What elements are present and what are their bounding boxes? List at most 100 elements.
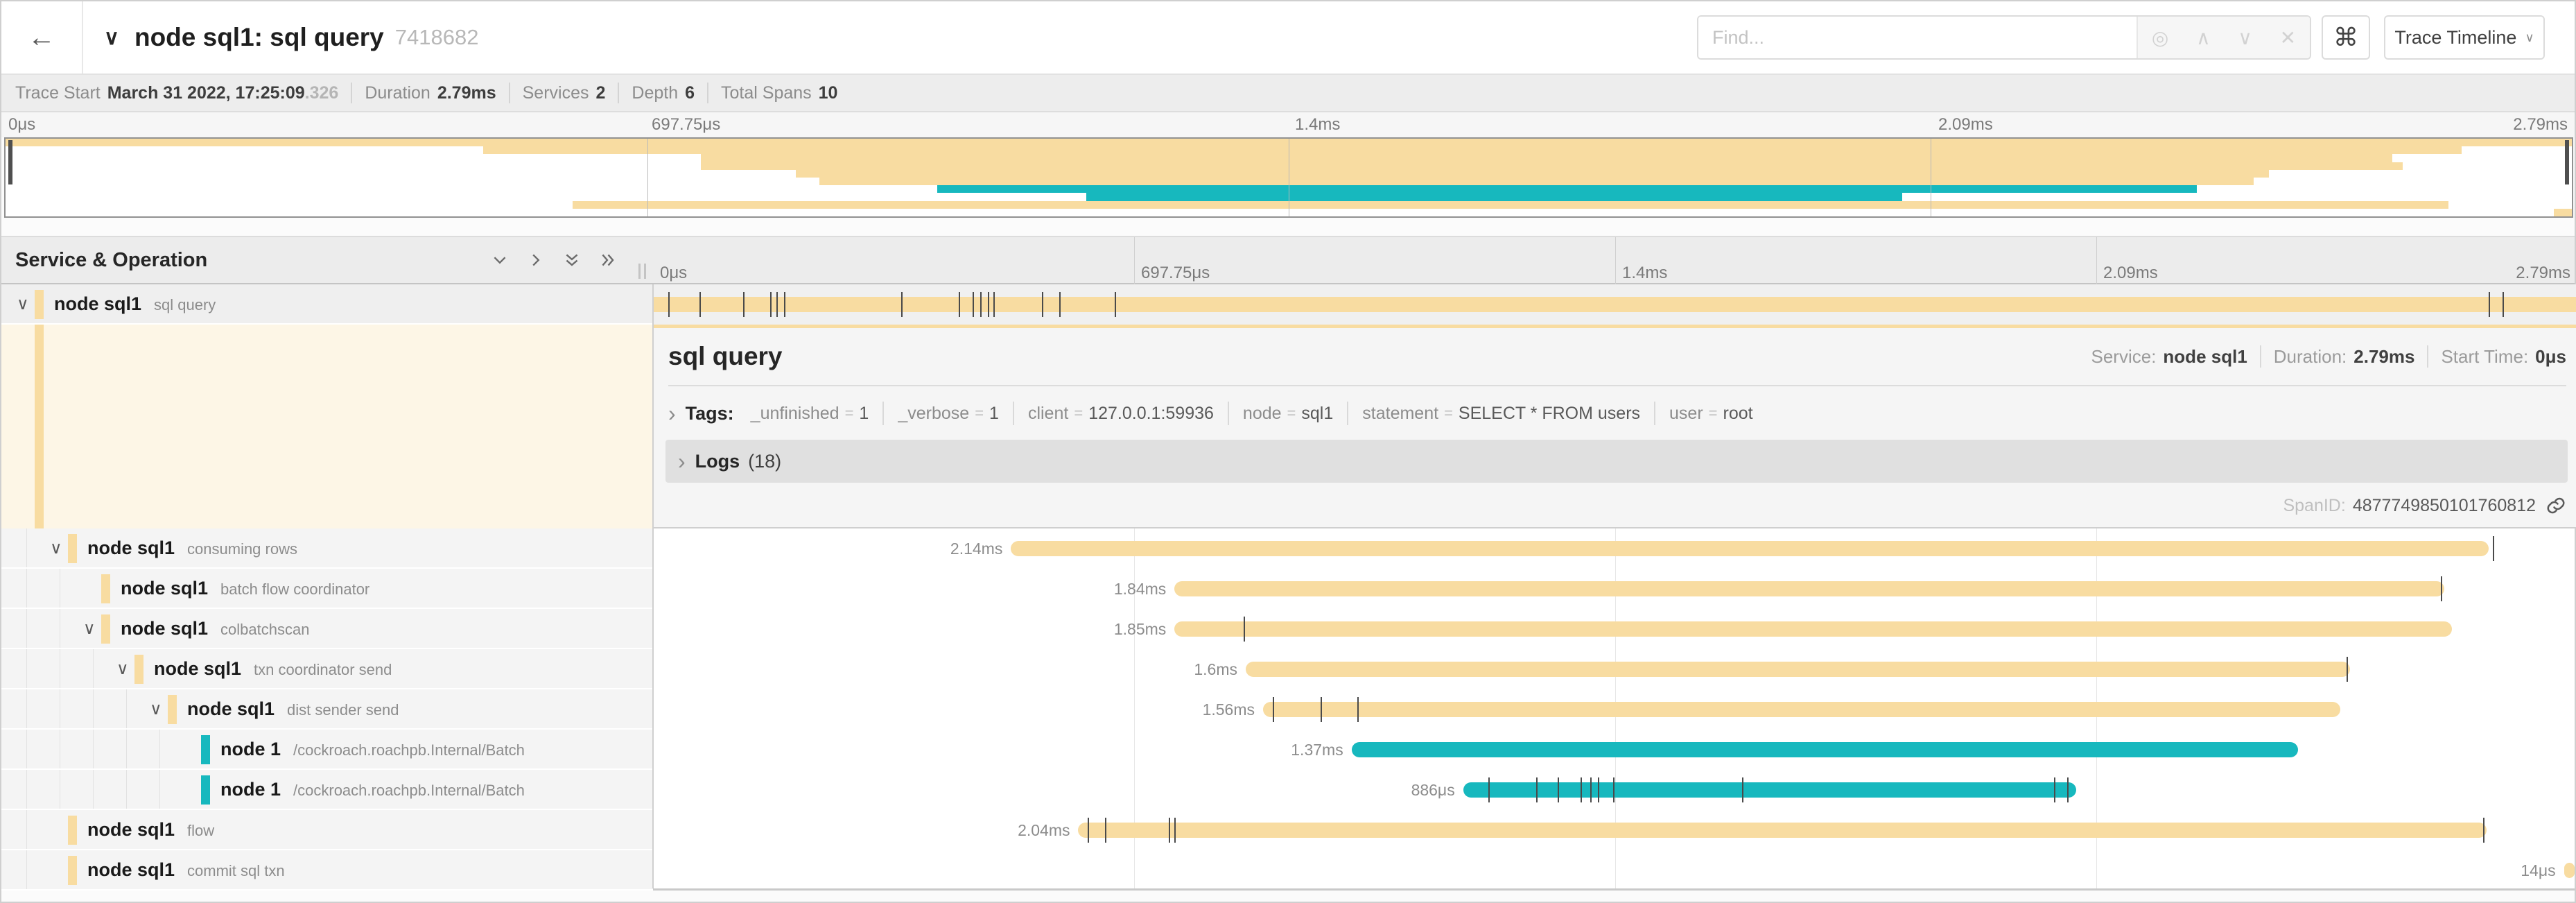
column-divider[interactable] bbox=[652, 284, 654, 888]
span-bar[interactable] bbox=[1463, 782, 2077, 798]
log-marker-tick bbox=[1042, 292, 1043, 317]
summary-label: Trace Start bbox=[15, 83, 101, 103]
span-bar[interactable] bbox=[1352, 742, 2298, 757]
tree-indent-guide bbox=[126, 689, 127, 728]
minimap-right-scrubber[interactable] bbox=[2565, 140, 2569, 184]
span-service-name: node sql1sql query bbox=[54, 293, 216, 315]
timeline-tick-header: 0μs697.75μs1.4ms2.09ms2.79ms bbox=[653, 237, 2576, 286]
span-duration-label: 1.84ms bbox=[1114, 580, 1166, 599]
tag-key: client bbox=[1028, 404, 1068, 424]
timeline-span-row[interactable]: 1.56ms bbox=[653, 689, 2576, 730]
span-color-bar bbox=[68, 816, 77, 845]
span-bar[interactable] bbox=[1011, 541, 2488, 556]
summary-value: March 31 2022, 17:25:09 bbox=[107, 83, 305, 103]
tree-row[interactable]: node sql1commit sql txn bbox=[1, 850, 653, 891]
span-duration-label: 886μs bbox=[1411, 781, 1455, 800]
summary-label: Services bbox=[523, 83, 589, 103]
span-bar[interactable] bbox=[1246, 662, 2350, 677]
span-bar[interactable] bbox=[1263, 702, 2340, 717]
timeline-tick-label: 697.75μs bbox=[645, 115, 720, 135]
timeline-span-row[interactable]: 1.85ms bbox=[653, 609, 2576, 649]
span-service-name: node sql1flow bbox=[87, 819, 214, 841]
chevron-right-icon: › bbox=[678, 450, 686, 472]
prev-match-icon[interactable]: ∧ bbox=[2196, 26, 2211, 49]
find-input[interactable] bbox=[1698, 17, 2136, 58]
meta-separator bbox=[2427, 345, 2428, 368]
span-color-bar bbox=[68, 856, 77, 885]
span-bar[interactable] bbox=[1174, 621, 2451, 637]
find-buttons: ◎ ∧ ∨ ✕ bbox=[2136, 17, 2310, 58]
scroll-to-match-icon[interactable]: ◎ bbox=[2152, 26, 2168, 49]
span-bar[interactable] bbox=[1078, 823, 2486, 838]
trace-summary-item: Depth6 bbox=[632, 83, 695, 103]
service-name: node sql1 bbox=[187, 698, 275, 719]
keyboard-shortcuts-button[interactable]: ⌘ bbox=[2322, 15, 2370, 60]
tags-accordion[interactable]: › Tags: _unfinished=1_verbose=1client=12… bbox=[668, 397, 2566, 430]
tree-indent-guide bbox=[26, 609, 27, 648]
minimap-span-bar bbox=[701, 154, 2392, 162]
summary-value: 10 bbox=[819, 83, 838, 103]
timeline-span-row[interactable]: 1.37ms bbox=[653, 730, 2576, 770]
column-resize-grip[interactable] bbox=[638, 264, 646, 279]
minimap-tick-labels: 0μs697.75μs1.4ms2.09ms2.79ms bbox=[1, 112, 2575, 137]
chevron-down-icon[interactable]: ∨ bbox=[83, 619, 96, 639]
span-service-name: node 1/cockroach.roachpb.Internal/Batch bbox=[220, 779, 525, 800]
collapse-all-double-chevron-down-icon[interactable] bbox=[563, 251, 581, 269]
tree-row[interactable]: node sql1flow bbox=[1, 810, 653, 850]
tree-row[interactable]: ∨node sql1dist sender send bbox=[1, 689, 653, 730]
next-match-icon[interactable]: ∨ bbox=[2238, 26, 2252, 49]
log-marker-tick bbox=[1357, 697, 1359, 722]
expand-one-chevron-right-icon[interactable] bbox=[527, 251, 545, 269]
span-bar[interactable] bbox=[1174, 581, 2444, 596]
tag-separator bbox=[1013, 402, 1014, 425]
tag-key: _unfinished bbox=[751, 404, 839, 424]
timeline-tick-label: 0μs bbox=[1, 115, 35, 135]
chevron-down-icon[interactable]: ∨ bbox=[104, 26, 119, 50]
detail-meta: Service:node sql1Duration:2.79msStart Ti… bbox=[2091, 345, 2567, 368]
timeline-grid-header: Service & Operation 0μs697.75μs1.4ms2.09… bbox=[1, 236, 2575, 284]
back-button[interactable]: ← bbox=[1, 1, 83, 74]
timeline-span-row[interactable]: 2.04ms bbox=[653, 810, 2576, 850]
timeline-span-row[interactable]: 886μs bbox=[653, 770, 2576, 810]
summary-separator bbox=[509, 83, 510, 103]
chevron-down-icon[interactable]: ∨ bbox=[150, 699, 162, 719]
tag-value: sql1 bbox=[1301, 404, 1333, 424]
trace-view-selector[interactable]: Trace Timeline ∨ bbox=[2384, 15, 2545, 60]
tag-key: statement bbox=[1362, 404, 1438, 424]
tree-row-sql-query[interactable]: ∨ node sql1sql query bbox=[1, 284, 653, 325]
timeline-tick-label: 697.75μs bbox=[1134, 264, 1210, 283]
collapse-one-chevron-down-icon[interactable] bbox=[491, 251, 509, 269]
summary-label: Depth bbox=[632, 83, 678, 103]
span-bar[interactable] bbox=[2564, 863, 2575, 878]
log-marker-tick bbox=[980, 292, 982, 317]
clear-find-icon[interactable]: ✕ bbox=[2280, 26, 2296, 49]
tree-row[interactable]: ∨node sql1consuming rows bbox=[1, 528, 653, 569]
log-marker-tick bbox=[1536, 777, 1538, 802]
timeline-span-row[interactable]: 1.84ms bbox=[653, 569, 2576, 609]
deep-link-icon[interactable] bbox=[2545, 495, 2566, 516]
tree-row[interactable]: ∨ node sql1colbatchscan bbox=[1, 609, 653, 649]
timeline-span-row[interactable]: 14μs bbox=[653, 850, 2576, 891]
timeline-tick-label: 2.09ms bbox=[2096, 264, 2158, 283]
timeline-span-row[interactable]: 2.14ms bbox=[653, 528, 2576, 569]
span-service-name: node sql1colbatchscan bbox=[121, 618, 309, 639]
tree-row[interactable]: ∨node sql1txn coordinator send bbox=[1, 649, 653, 689]
trace-minimap[interactable] bbox=[4, 137, 2573, 218]
span-bar[interactable] bbox=[653, 297, 2576, 312]
timeline-span-row[interactable]: 1.6ms bbox=[653, 649, 2576, 689]
log-marker-tick bbox=[1321, 697, 1322, 722]
chevron-down-icon[interactable]: ∨ bbox=[17, 294, 29, 314]
find-control: ◎ ∧ ∨ ✕ bbox=[1697, 15, 2311, 60]
tag-value: 1 bbox=[989, 404, 999, 424]
tree-row[interactable]: node 1/cockroach.roachpb.Internal/Batch bbox=[1, 730, 653, 770]
log-marker-tick bbox=[1488, 777, 1490, 802]
expand-all-double-chevron-right-icon[interactable] bbox=[599, 251, 617, 269]
timeline-span-row[interactable] bbox=[653, 284, 2576, 325]
chevron-down-icon[interactable]: ∨ bbox=[116, 659, 129, 679]
chevron-down-icon[interactable]: ∨ bbox=[50, 538, 62, 558]
minimap-left-scrubber[interactable] bbox=[8, 140, 12, 184]
trace-id: 7418682 bbox=[395, 25, 479, 50]
tree-row[interactable]: node sql1batch flow coordinator bbox=[1, 569, 653, 609]
tree-row[interactable]: node 1/cockroach.roachpb.Internal/Batch bbox=[1, 770, 653, 810]
logs-accordion[interactable]: › Logs (18) bbox=[665, 440, 2568, 483]
